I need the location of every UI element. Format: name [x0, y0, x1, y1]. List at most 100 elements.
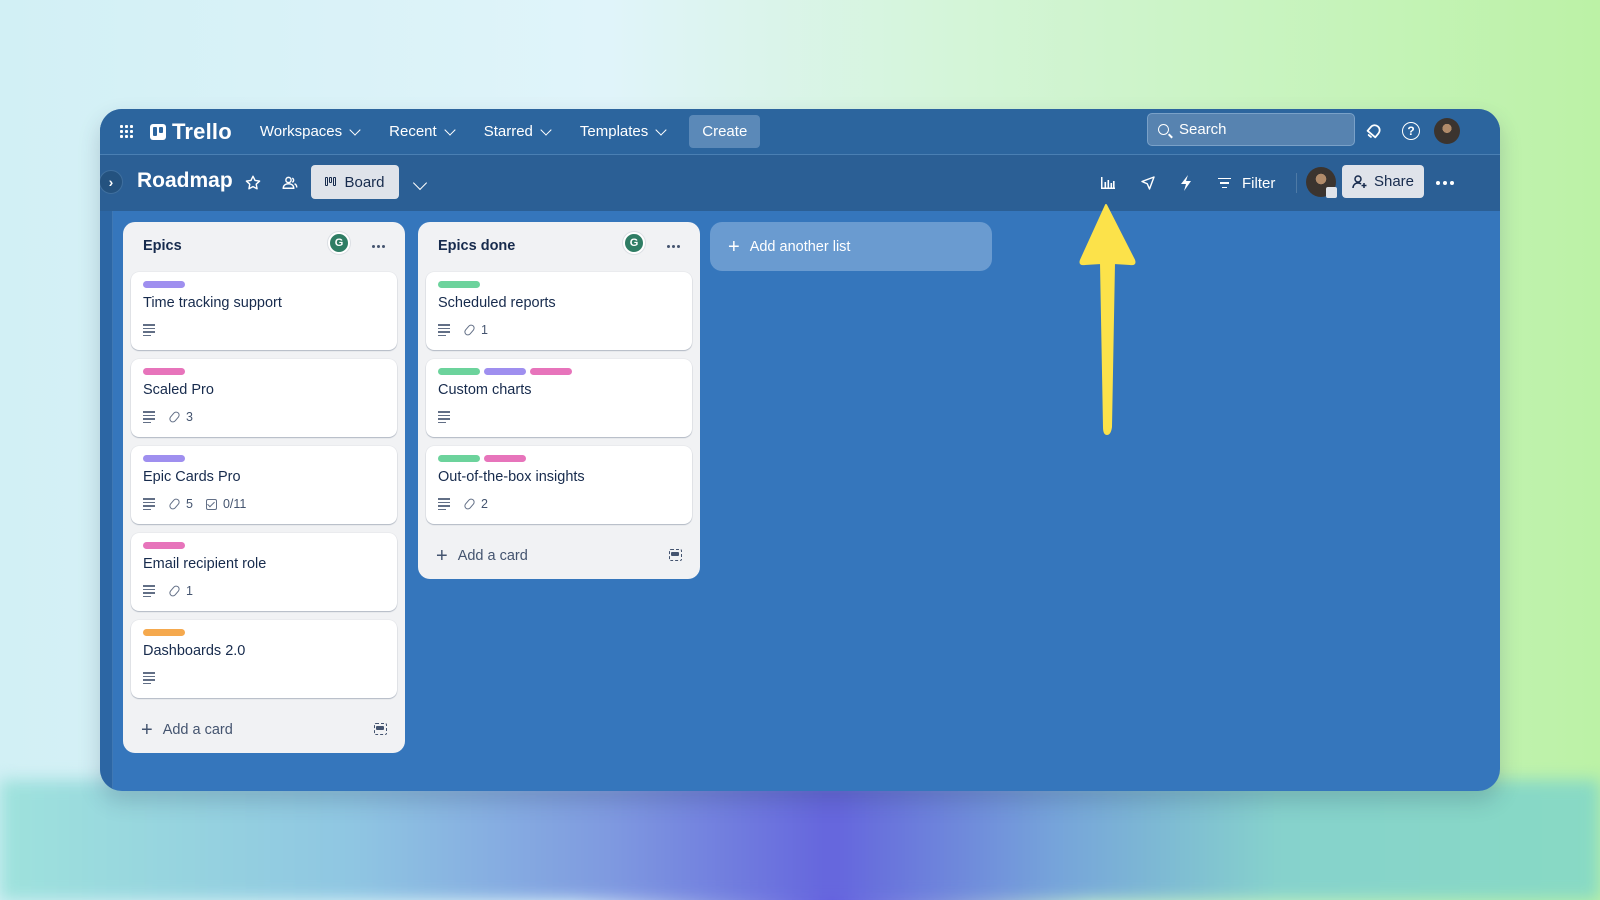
attachments-badge: 1 [167, 584, 193, 598]
card[interactable]: Scheduled reports 1 [426, 272, 692, 350]
card-label[interactable] [438, 281, 480, 288]
card-labels [438, 281, 680, 289]
expand-sidebar-button[interactable]: › [100, 170, 123, 194]
help-button[interactable]: ? [1397, 117, 1425, 145]
create-from-template-icon[interactable] [374, 723, 387, 735]
card[interactable]: Epic Cards Pro 5 0/11 [131, 446, 397, 524]
attachments-count: 5 [186, 497, 193, 511]
card-label[interactable] [530, 368, 572, 375]
card-labels [143, 542, 385, 550]
description-icon [143, 585, 155, 597]
card[interactable]: Time tracking support [131, 272, 397, 350]
switch-views-button[interactable] [405, 168, 435, 198]
user-avatar [1434, 118, 1460, 144]
card-labels [143, 629, 385, 637]
bell-icon [1366, 124, 1381, 139]
card[interactable]: Scaled Pro 3 [131, 359, 397, 437]
description-icon [143, 672, 155, 684]
card-label[interactable] [143, 455, 185, 462]
share-label: Share [1373, 173, 1415, 190]
chevron-down-icon [349, 123, 361, 136]
list-header: Epics G [131, 222, 397, 272]
star-board-button[interactable] [238, 168, 268, 198]
card[interactable]: Out-of-the-box insights 2 [426, 446, 692, 524]
list-actions-button[interactable] [661, 234, 685, 258]
card-label[interactable] [438, 455, 480, 462]
bar-chart-icon [1101, 177, 1115, 189]
card-labels [438, 455, 680, 463]
search-icon [1158, 124, 1169, 135]
checklist-count: 0/11 [222, 497, 247, 511]
card-labels [143, 455, 385, 463]
star-icon [245, 175, 261, 190]
card-labels [438, 368, 680, 376]
nav-workspaces[interactable]: Workspaces [250, 117, 369, 146]
list-member-avatar[interactable]: G [623, 232, 645, 254]
add-card-button[interactable]: + Add a card [426, 533, 692, 579]
nav-workspaces-label: Workspaces [259, 123, 343, 140]
app-switcher-icon[interactable] [110, 116, 142, 148]
filter-button[interactable]: Filter [1218, 168, 1275, 198]
card[interactable]: Custom charts [426, 359, 692, 437]
nav-recent-label: Recent [389, 123, 437, 140]
account-menu[interactable] [1433, 117, 1461, 145]
dashboard-power-up-button[interactable] [1093, 168, 1123, 198]
board-member-avatar[interactable] [1306, 167, 1337, 198]
add-card-button[interactable]: + Add a card [131, 707, 397, 753]
trello-logo-icon [150, 123, 166, 140]
card-title: Epic Cards Pro [143, 469, 241, 485]
nav-templates[interactable]: Templates [570, 117, 675, 146]
description-icon [438, 411, 450, 423]
attachments-badge: 3 [167, 410, 193, 424]
card-title: Custom charts [438, 382, 532, 398]
chevron-down-icon [655, 123, 667, 136]
card-label[interactable] [143, 368, 185, 375]
filter-icon [1218, 177, 1231, 189]
power-ups-button[interactable] [1133, 168, 1163, 198]
share-button[interactable]: Share [1342, 165, 1424, 198]
admin-badge-icon [1326, 187, 1337, 198]
add-list-button[interactable]: + Add another list [710, 222, 992, 271]
nav-starred[interactable]: Starred [474, 117, 560, 146]
sidebar-collapsed-strip [100, 155, 113, 791]
create-button[interactable]: Create [689, 115, 761, 148]
list-title[interactable]: Epics [143, 238, 182, 254]
automation-button[interactable] [1171, 168, 1201, 198]
nav-recent[interactable]: Recent [379, 117, 464, 146]
board-menu-button[interactable] [1430, 168, 1460, 198]
card-label[interactable] [143, 629, 185, 636]
attachments-count: 2 [481, 497, 488, 511]
brand-name: Trello [172, 118, 232, 144]
list-member-avatar[interactable]: G [328, 232, 350, 254]
visibility-button[interactable] [275, 168, 305, 198]
board-view-button[interactable]: Board [311, 165, 399, 199]
list-actions-button[interactable] [366, 234, 390, 258]
create-from-template-icon[interactable] [669, 549, 682, 561]
card-label[interactable] [484, 455, 526, 462]
card[interactable]: Email recipient role 1 [131, 533, 397, 611]
board-title[interactable]: Roadmap [137, 169, 233, 193]
description-icon [143, 411, 155, 423]
card-label[interactable] [143, 542, 185, 549]
list-epics-done: Epics done G Scheduled reports 1 Custom … [418, 222, 700, 579]
card-label[interactable] [438, 368, 480, 375]
trello-window: Trello Workspaces Recent Starred Templat… [100, 109, 1500, 791]
search-input[interactable]: Search [1147, 113, 1355, 146]
search-placeholder: Search [1179, 121, 1227, 138]
list-title[interactable]: Epics done [438, 238, 515, 254]
card-label[interactable] [484, 368, 526, 375]
nav-starred-label: Starred [483, 123, 533, 140]
trello-logo[interactable]: Trello [150, 119, 232, 145]
attachments-count: 1 [186, 584, 193, 598]
attachments-count: 1 [481, 323, 488, 337]
card[interactable]: Dashboards 2.0 [131, 620, 397, 698]
description-icon [143, 324, 155, 336]
notifications-button[interactable] [1360, 117, 1388, 145]
card-label[interactable] [143, 281, 185, 288]
paperclip-icon [462, 323, 477, 337]
card-title: Scaled Pro [143, 382, 214, 398]
card-badges: 5 0/11 [143, 494, 385, 514]
card-title: Out-of-the-box insights [438, 469, 585, 485]
card-title: Email recipient role [143, 556, 267, 572]
paperclip-icon [462, 497, 477, 511]
